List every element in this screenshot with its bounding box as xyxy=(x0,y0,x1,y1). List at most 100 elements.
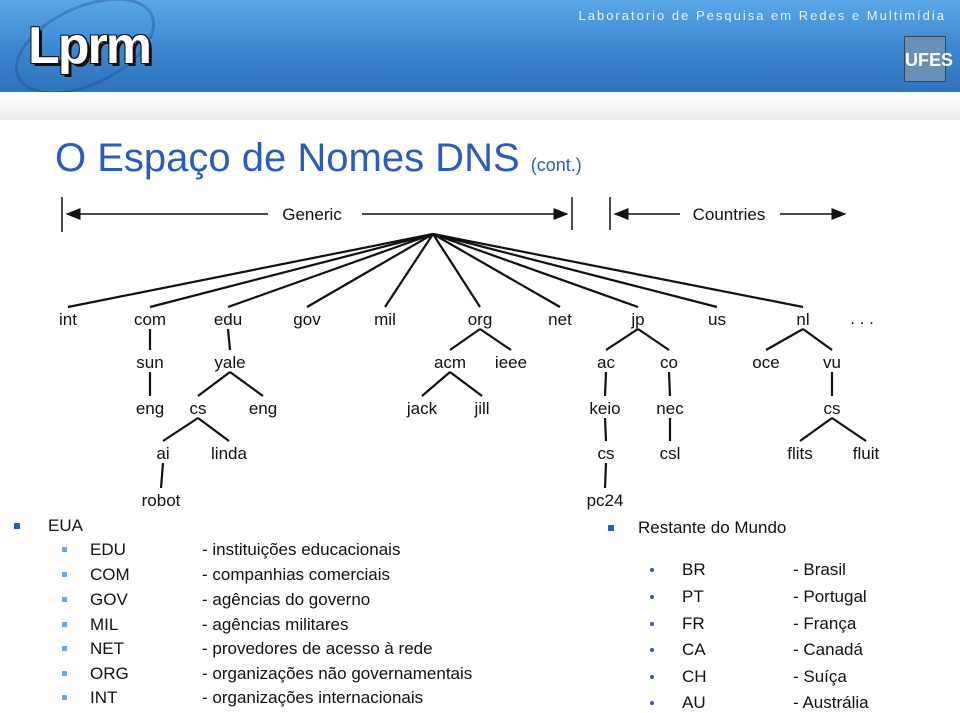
country-name: - Austrália xyxy=(793,693,869,712)
tree-edge xyxy=(449,328,481,351)
tree-node-yale: yale xyxy=(214,353,245,372)
tree-node-org: org xyxy=(468,310,493,329)
tree-node-net: net xyxy=(548,310,572,329)
tree-edge xyxy=(603,417,608,442)
domain-code: EDU xyxy=(90,540,126,559)
tree-edge xyxy=(159,462,165,489)
dot-bullet-icon xyxy=(650,648,654,652)
tree-edge xyxy=(667,371,672,397)
tree-edge xyxy=(831,417,867,442)
sub-bullet-icon xyxy=(62,695,67,700)
tree-edge xyxy=(421,371,451,397)
sub-bullet-icon xyxy=(62,671,67,676)
tree-node-us: us xyxy=(708,310,726,329)
tree-edge xyxy=(197,417,230,442)
sub-bullet-icon xyxy=(62,622,67,627)
tree-edge xyxy=(799,417,833,442)
country-code: FR xyxy=(682,614,705,633)
domain-code: GOV xyxy=(90,590,128,609)
tree-node-jack: jack xyxy=(406,399,438,418)
tree-node-ieee: ieee xyxy=(495,353,527,372)
tree-edge xyxy=(637,328,670,351)
tree-node-nec: nec xyxy=(656,399,684,418)
tree-edge xyxy=(306,233,434,308)
tree-edge xyxy=(449,371,483,397)
tree-node-com: com xyxy=(134,310,166,329)
tree-node-keio: keio xyxy=(589,399,620,418)
tree-node-acm: acm xyxy=(434,353,466,372)
tree-node-cs2: cs xyxy=(598,444,615,463)
tree-node-mil: mil xyxy=(374,310,396,329)
tree-node-jill: jill xyxy=(473,399,489,418)
country-name: - França xyxy=(793,614,857,633)
list-heading: EUA xyxy=(48,516,83,535)
country-name: - Brasil xyxy=(793,560,846,579)
domain-description: - agências do governo xyxy=(202,590,371,609)
country-code: CA xyxy=(682,640,706,659)
tree-edge xyxy=(226,328,232,351)
sub-bullet-icon xyxy=(62,597,67,602)
domain-code: COM xyxy=(90,565,130,584)
tree-node-ai: ai xyxy=(156,444,169,463)
dns-tree-diagram: Generic Countries . . . int com edu gov mil o… xyxy=(59,197,880,510)
domain-code: ORG xyxy=(90,664,129,683)
tree-node-jp: jp xyxy=(630,310,644,329)
tree-node-gov: gov xyxy=(293,310,321,329)
tree-node-fluit: fluit xyxy=(853,444,880,463)
domain-code: MIL xyxy=(90,615,119,634)
country-code: BR xyxy=(682,560,706,579)
tree-edge xyxy=(229,371,264,397)
country-name: - Portugal xyxy=(793,587,867,606)
tree-node-vu: vu xyxy=(823,353,841,372)
tree-node-csl: csl xyxy=(660,444,681,463)
tree-node-sun: sun xyxy=(136,353,163,372)
domain-description: - organizações não governamentais xyxy=(202,664,473,683)
country-code: PT xyxy=(682,587,704,606)
list-heading: Restante do Mundo xyxy=(638,518,787,537)
tree-edge xyxy=(227,232,434,309)
tree-edge xyxy=(162,417,199,442)
domain-description: - agências militares xyxy=(202,615,349,634)
tree-edge xyxy=(765,328,804,351)
tree-node-eng1: eng xyxy=(136,399,164,418)
tree-edge xyxy=(802,328,833,351)
domain-description: - instituições educacionais xyxy=(202,540,401,559)
domain-code: INT xyxy=(90,688,118,707)
tree-edge xyxy=(603,371,608,397)
tree-edge xyxy=(432,232,718,309)
tree-node-cs1: cs xyxy=(190,399,207,418)
tree-node-flits: flits xyxy=(787,444,813,463)
tree-node-edu: edu xyxy=(214,310,242,329)
tree-node-cs3: cs xyxy=(824,399,841,418)
tree-edge xyxy=(432,232,639,309)
sub-bullet-icon xyxy=(62,572,67,577)
sub-bullet-icon xyxy=(62,547,67,552)
tree-node-robot: robot xyxy=(142,491,181,510)
tree-node-int: int xyxy=(59,310,77,329)
dot-bullet-icon xyxy=(650,595,654,599)
domain-description: - provedores de acesso à rede xyxy=(202,639,433,658)
tree-node-linda: linda xyxy=(211,444,247,463)
country-name: - Suíça xyxy=(793,667,847,686)
tree-edge xyxy=(603,462,608,489)
generic-label: Generic xyxy=(282,205,342,224)
tree-node-pc24: pc24 xyxy=(587,491,624,510)
dot-bullet-icon xyxy=(650,568,654,572)
tree-edge xyxy=(197,371,231,397)
ellipsis: . . . xyxy=(850,309,874,328)
tree-node-nl: nl xyxy=(796,310,809,329)
tree-edge xyxy=(479,328,512,351)
domain-description: - organizações internacionais xyxy=(202,688,424,707)
tree-node-eng2: eng xyxy=(249,399,277,418)
domain-description: - companhias comerciais xyxy=(202,565,391,584)
countries-label: Countries xyxy=(693,205,766,224)
country-code: CH xyxy=(682,667,707,686)
tree-node-oce: oce xyxy=(752,353,779,372)
tree-edge xyxy=(67,232,434,309)
sub-bullet-icon xyxy=(62,646,67,651)
tree-edge xyxy=(605,328,639,351)
country-code: AU xyxy=(682,693,706,712)
tree-edge xyxy=(149,232,434,309)
tree-edge xyxy=(432,232,804,309)
bullet-icon xyxy=(14,523,20,529)
